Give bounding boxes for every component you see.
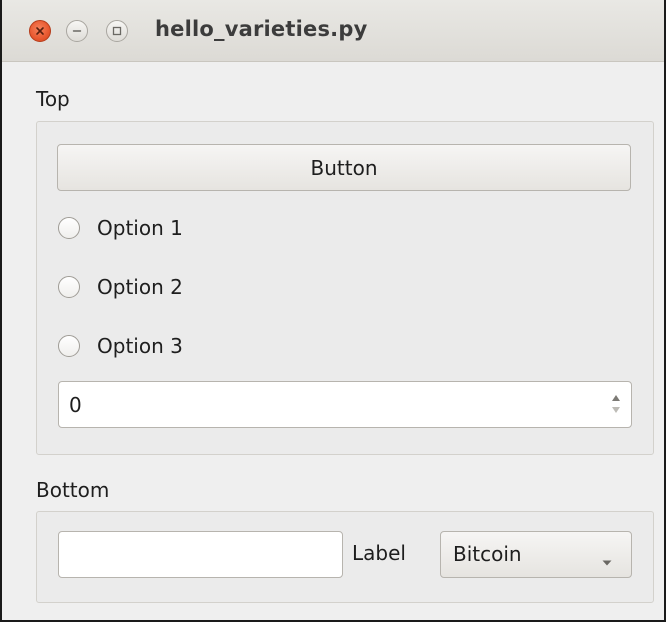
spin-arrows-icon[interactable] bbox=[609, 390, 623, 418]
window-title: hello_varieties.py bbox=[155, 17, 368, 41]
radio-option-1[interactable]: Option 1 bbox=[58, 213, 183, 243]
label-text: Label bbox=[352, 541, 406, 565]
radio-label: Option 3 bbox=[97, 334, 183, 358]
push-button[interactable]: Button bbox=[57, 144, 631, 191]
spinbox-value[interactable]: 0 bbox=[69, 393, 82, 417]
radio-option-2[interactable]: Option 2 bbox=[58, 272, 183, 302]
radio-label: Option 1 bbox=[97, 216, 183, 240]
spinbox[interactable]: 0 bbox=[58, 381, 632, 428]
maximize-icon bbox=[112, 26, 122, 36]
radio-indicator[interactable] bbox=[58, 335, 80, 357]
chevron-down-icon[interactable] bbox=[601, 552, 613, 571]
radio-label: Option 2 bbox=[97, 275, 183, 299]
title-bar[interactable]: hello_varieties.py bbox=[2, 0, 664, 62]
push-button-label: Button bbox=[310, 155, 378, 180]
bottom-group-title: Bottom bbox=[36, 478, 110, 502]
currency-combobox[interactable]: Bitcoin bbox=[440, 531, 632, 578]
maximize-window-button[interactable] bbox=[106, 20, 128, 42]
radio-indicator[interactable] bbox=[58, 217, 80, 239]
text-input[interactable] bbox=[58, 531, 343, 578]
minimize-window-button[interactable] bbox=[66, 20, 88, 42]
top-group-title: Top bbox=[36, 87, 70, 111]
combobox-selected-value: Bitcoin bbox=[453, 542, 522, 566]
application-window: hello_varieties.py Top Button Option 1 O… bbox=[0, 0, 666, 622]
radio-option-3[interactable]: Option 3 bbox=[58, 331, 183, 361]
close-window-button[interactable] bbox=[29, 20, 51, 42]
radio-indicator[interactable] bbox=[58, 276, 80, 298]
close-icon bbox=[35, 26, 45, 36]
minimize-icon bbox=[72, 26, 82, 36]
